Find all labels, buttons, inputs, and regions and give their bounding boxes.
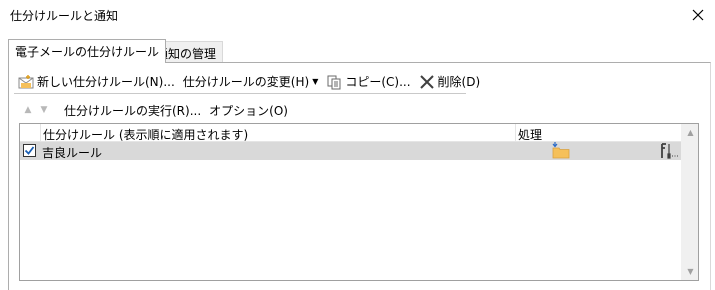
move-to-folder-icon xyxy=(552,142,570,159)
copy-button[interactable]: コピー(C)... xyxy=(322,71,414,93)
rules-toolbar: 新しい仕分けルール(N)... 仕分けルールの変更(H) ▼ コピー(C)...… xyxy=(14,70,480,94)
rules-toolbar-secondary: ▲ ▼ 仕分けルールの実行(R)... オプション(O) xyxy=(20,100,292,120)
run-rules-button[interactable]: 仕分けルールの実行(R)... xyxy=(60,102,205,119)
delete-button[interactable]: 削除(D) xyxy=(415,71,485,93)
new-rule-label: 新しい仕分けルール(N)... xyxy=(37,75,175,89)
list-header: 仕分けルール (表示順に適用されます) 処理 xyxy=(20,124,682,142)
rules-list: 仕分けルール (表示順に適用されます) 処理 吉良ルール ▲ ▼ xyxy=(19,123,699,281)
close-icon xyxy=(692,9,704,21)
scroll-up-icon[interactable]: ▲ xyxy=(682,124,699,141)
copy-label: コピー(C)... xyxy=(345,75,411,89)
close-button[interactable] xyxy=(684,2,712,28)
checkmark-icon xyxy=(24,146,35,155)
move-up-icon[interactable]: ▲ xyxy=(20,102,36,118)
table-row[interactable]: 吉良ルール xyxy=(20,142,682,160)
scroll-down-icon[interactable]: ▼ xyxy=(682,263,699,280)
delete-icon xyxy=(419,74,435,90)
rule-enabled-checkbox[interactable] xyxy=(23,144,36,157)
change-rule-label: 仕分けルールの変更(H) xyxy=(182,75,310,89)
window-title: 仕分けルールと通知 xyxy=(10,9,119,23)
chevron-down-icon: ▼ xyxy=(312,77,319,86)
copy-icon xyxy=(326,74,342,90)
tab-email-rules[interactable]: 電子メールの仕分けルール xyxy=(8,39,167,63)
column-header-rule[interactable]: 仕分けルール (表示順に適用されます) xyxy=(40,124,515,142)
tab-bar: 電子メールの仕分けルール 通知の管理 xyxy=(8,39,711,63)
move-down-icon[interactable]: ▼ xyxy=(36,102,52,118)
column-header-action[interactable]: 処理 xyxy=(515,124,682,142)
change-rule-button[interactable]: 仕分けルールの変更(H) ▼ xyxy=(179,71,323,93)
rule-name: 吉良ルール xyxy=(42,146,103,160)
rule-options-icon[interactable] xyxy=(660,143,678,159)
options-button[interactable]: オプション(O) xyxy=(205,102,292,119)
vertical-scrollbar[interactable]: ▲ ▼ xyxy=(681,124,698,280)
delete-label: 削除(D) xyxy=(437,75,481,89)
new-rule-icon xyxy=(18,74,34,90)
new-rule-button[interactable]: 新しい仕分けルール(N)... xyxy=(14,71,179,93)
